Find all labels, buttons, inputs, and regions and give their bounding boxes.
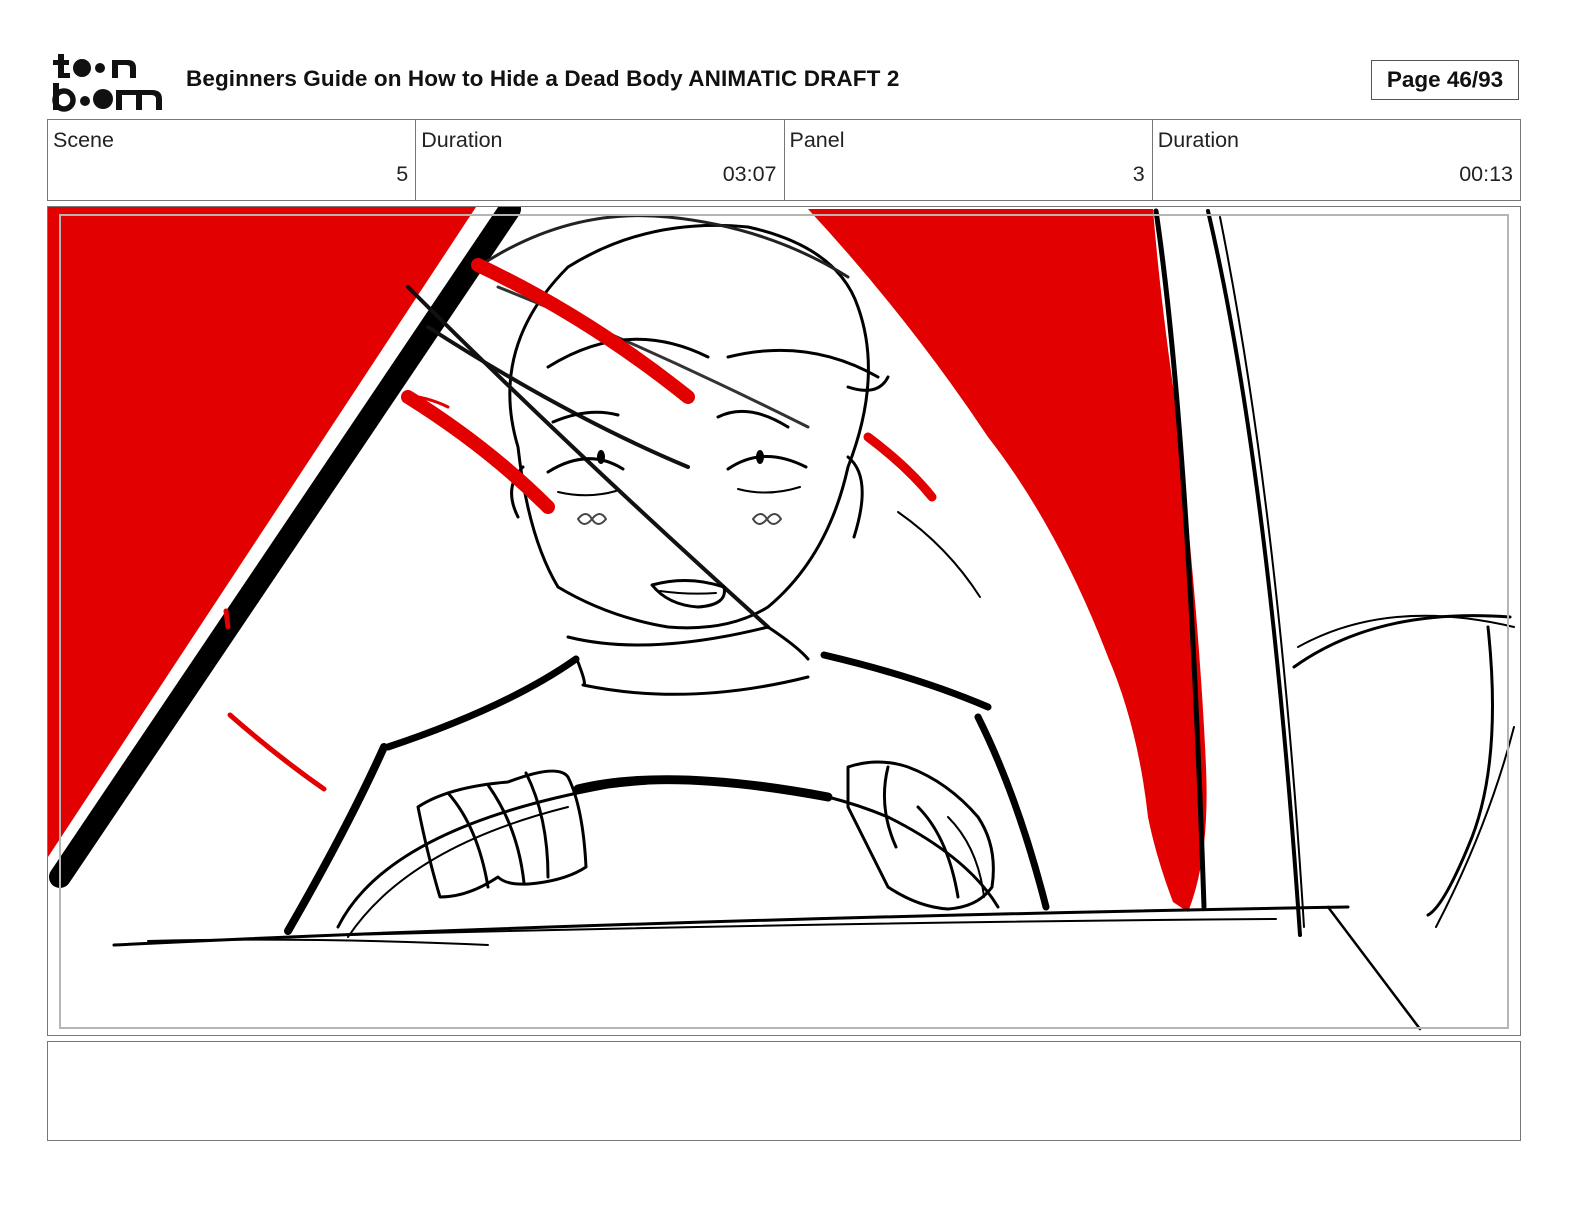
- toon-boom-logo: [52, 50, 164, 112]
- scene-duration-value: 03:07: [722, 162, 777, 186]
- storyboard-panel-image: [47, 206, 1521, 1036]
- scene-duration-label: Duration: [421, 128, 503, 152]
- left-red-area: [48, 207, 476, 857]
- head-outline: [508, 223, 870, 630]
- right-red-area: [808, 209, 1207, 912]
- panel-label: Panel: [789, 128, 845, 152]
- panel-cell: Panel 3: [785, 120, 1153, 200]
- panel-sketch: [48, 207, 1515, 1031]
- scene-duration-cell: Duration 03:07: [416, 120, 785, 200]
- panel-info-row: Scene 5 Duration 03:07 Panel 3 Duration …: [47, 119, 1521, 201]
- toon-boom-logo-mark: [52, 54, 162, 112]
- panel-duration-value: 00:13: [1459, 162, 1513, 186]
- scene-cell: Scene 5: [48, 120, 417, 200]
- panel-duration-label: Duration: [1157, 128, 1240, 152]
- left-hand: [416, 769, 588, 899]
- page-number: Page 46/93: [1371, 60, 1519, 100]
- steering-wheel: [336, 779, 1000, 929]
- panel-value: 3: [1132, 162, 1145, 186]
- storyboard-title: Beginners Guide on How to Hide a Dead Bo…: [186, 66, 900, 91]
- panel-duration-cell: Duration 00:13: [1153, 120, 1520, 200]
- panel-notes-box: [47, 1041, 1521, 1141]
- scene-label: Scene: [53, 128, 114, 152]
- scene-value: 5: [396, 162, 409, 186]
